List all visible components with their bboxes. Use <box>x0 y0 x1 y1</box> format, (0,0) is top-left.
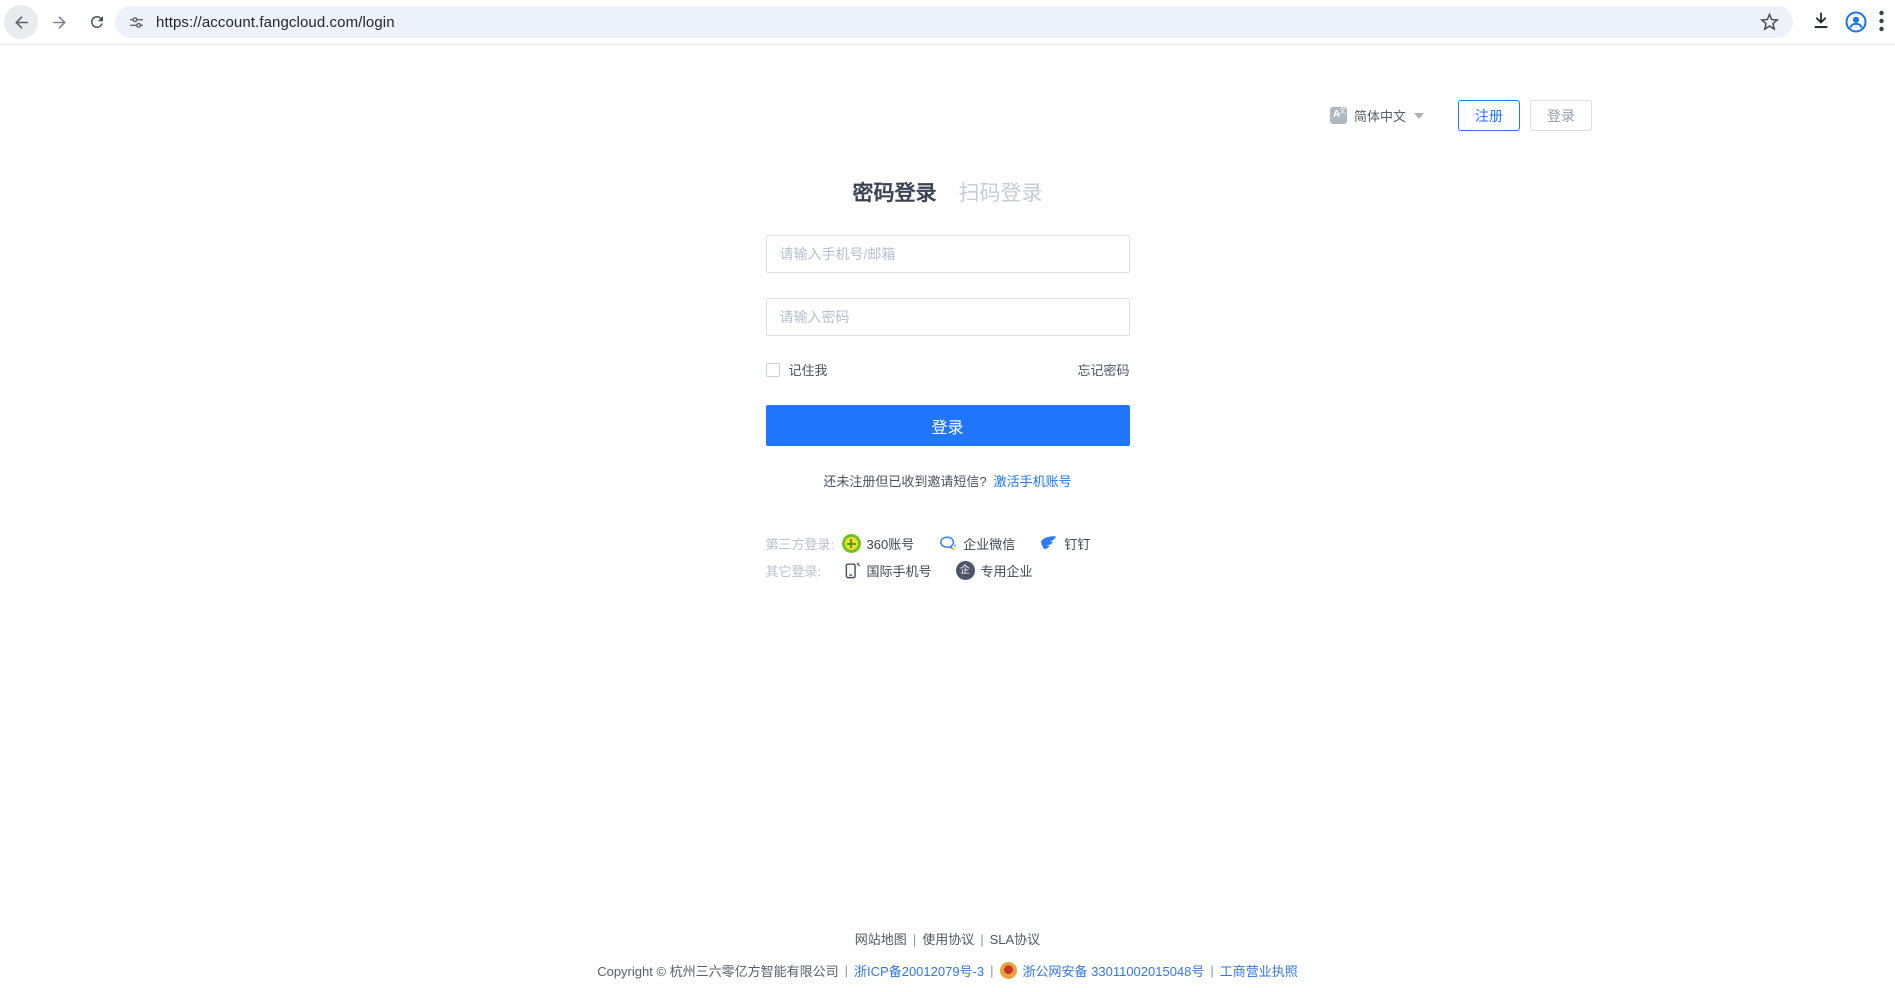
police-badge-icon <box>1000 962 1017 979</box>
back-button[interactable] <box>4 5 38 39</box>
wecom-icon <box>938 534 957 553</box>
browser-toolbar: https://account.fangcloud.com/login <box>0 0 1895 45</box>
profile-avatar-icon[interactable] <box>1844 10 1868 34</box>
invite-line: 还未注册但已收到邀请短信? 激活手机账号 <box>766 471 1130 490</box>
register-button[interactable]: 注册 <box>1458 100 1520 131</box>
login-international-phone[interactable]: 国际手机号 <box>842 561 932 580</box>
enterprise-badge-icon: 企 <box>956 561 975 580</box>
browser-menu-icon[interactable] <box>1879 8 1884 34</box>
remember-checkbox[interactable] <box>766 363 780 377</box>
international-phone-icon <box>842 561 861 580</box>
activate-phone-link[interactable]: 激活手机账号 <box>994 474 1072 489</box>
header-login-button[interactable]: 登录 <box>1530 100 1592 131</box>
chevron-down-icon <box>1414 113 1424 119</box>
downloads-icon[interactable] <box>1810 10 1832 32</box>
forgot-password-link[interactable]: 忘记密码 <box>1077 360 1129 379</box>
language-label: 简体中文 <box>1354 106 1406 125</box>
tab-password-login[interactable]: 密码登录 <box>853 177 937 207</box>
remember-me[interactable]: 记住我 <box>766 360 828 379</box>
360-icon <box>842 534 861 553</box>
sitemap-link[interactable]: 网站地图 <box>855 932 907 947</box>
login-360[interactable]: 360账号 <box>842 534 915 553</box>
invite-text: 还未注册但已收到邀请短信? <box>823 474 986 489</box>
police-record-link[interactable]: 浙公网安备 33011002015048号 <box>1023 961 1205 980</box>
url-text: https://account.fangcloud.com/login <box>156 14 395 31</box>
address-bar[interactable]: https://account.fangcloud.com/login <box>115 6 1793 38</box>
password-input[interactable] <box>766 298 1130 336</box>
back-arrow-icon <box>12 13 31 32</box>
remember-label: 记住我 <box>789 360 828 379</box>
bookmark-star-icon[interactable] <box>1759 11 1780 32</box>
dingtalk-icon <box>1039 534 1058 553</box>
tab-qrcode-login[interactable]: 扫码登录 <box>959 177 1043 207</box>
copyright-line: Copyright © 杭州三六零亿方智能有限公司 | 浙ICP备2001207… <box>0 961 1895 980</box>
business-license-link[interactable]: 工商营业执照 <box>1220 961 1298 980</box>
icp-link[interactable]: 浙ICP备20012079号-3 <box>854 961 984 980</box>
alt-login-block: 第三方登录: 360账号 企业微信 <box>766 534 1130 580</box>
third-party-row: 第三方登录: 360账号 企业微信 <box>766 534 1130 553</box>
login-form: 密码登录 扫码登录 记住我 忘记密码 登录 还未注册但已收到邀请短信? 激活手机账… <box>766 45 1130 580</box>
login-dedicated-enterprise[interactable]: 企 专用企业 <box>956 561 1033 580</box>
language-selector[interactable]: A 文 简体中文 <box>1330 106 1424 125</box>
reload-button[interactable] <box>80 5 114 39</box>
site-settings-icon[interactable] <box>128 14 145 31</box>
account-input[interactable] <box>766 235 1130 273</box>
footer: 网站地图|使用协议|SLA协议 Copyright © 杭州三六零亿方智能有限公… <box>0 929 1895 980</box>
footer-links: 网站地图|使用协议|SLA协议 <box>0 929 1895 948</box>
forward-arrow-icon <box>50 13 69 32</box>
other-login-row: 其它登录: 国际手机号 企 专用企业 <box>766 561 1130 580</box>
login-submit-button[interactable]: 登录 <box>766 405 1130 446</box>
login-wecom[interactable]: 企业微信 <box>938 534 1015 553</box>
sla-link[interactable]: SLA协议 <box>990 932 1041 947</box>
login-tabs: 密码登录 扫码登录 <box>766 177 1130 207</box>
other-login-label: 其它登录: <box>766 561 842 580</box>
copyright-text: Copyright © 杭州三六零亿方智能有限公司 <box>597 961 838 980</box>
translate-icon: A 文 <box>1330 107 1347 124</box>
third-party-label: 第三方登录: <box>766 534 842 553</box>
reload-icon <box>88 13 106 31</box>
remember-row: 记住我 忘记密码 <box>766 360 1130 379</box>
login-page: A 文 简体中文 注册 登录 密码登录 扫码登录 记住我 忘记密码 登录 还未注… <box>0 45 1895 992</box>
terms-link[interactable]: 使用协议 <box>922 932 974 947</box>
login-dingtalk[interactable]: 钉钉 <box>1039 534 1090 553</box>
forward-button[interactable] <box>42 5 76 39</box>
